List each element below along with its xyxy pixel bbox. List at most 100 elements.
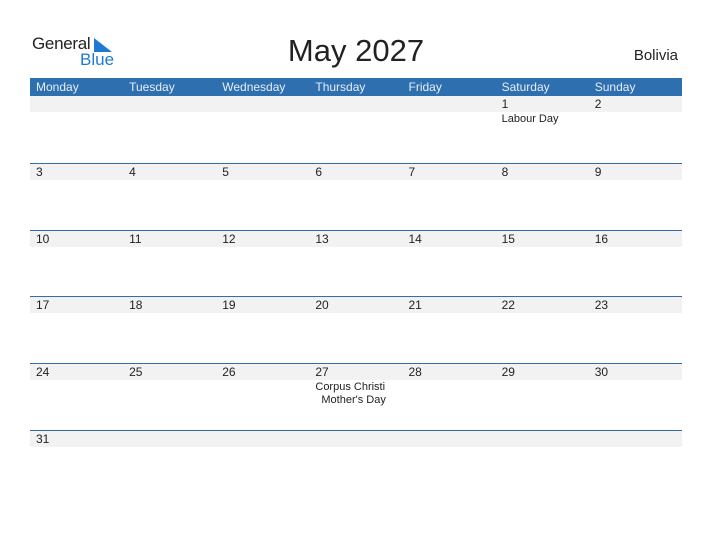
events-row	[30, 247, 682, 248]
day-events	[589, 447, 682, 448]
week-row: 17 18 19 20 21 22 23	[30, 296, 682, 314]
day-events	[123, 180, 216, 181]
day-events	[403, 247, 496, 248]
date-row: 12	[30, 96, 682, 112]
day-events	[309, 447, 402, 448]
day-events	[403, 380, 496, 407]
week-row: 1 2 Labour Day	[30, 95, 682, 126]
day-number: 11	[129, 232, 142, 246]
day-events	[123, 112, 216, 126]
day-number	[123, 431, 216, 447]
date-row: 3 4 5 6 7 8 9	[30, 164, 682, 180]
day-number: 1	[501, 97, 509, 111]
events-row: Labour Day	[30, 112, 682, 126]
weekday-label: Wednesday	[222, 80, 286, 94]
day-number: 27	[315, 365, 329, 379]
day-events	[496, 313, 589, 314]
day-number: 12	[222, 232, 236, 246]
day-events	[403, 112, 496, 126]
day-events	[30, 112, 123, 126]
day-number: 31	[36, 432, 50, 446]
date-row: 31	[30, 431, 682, 447]
day-events	[30, 180, 123, 181]
day-events	[403, 447, 496, 448]
holiday-label: Labour Day	[501, 113, 559, 125]
day-events	[496, 380, 589, 407]
day-number	[403, 431, 496, 447]
day-events	[216, 380, 309, 407]
holiday-label: Corpus Christi	[315, 381, 386, 393]
day-number: 15	[501, 232, 515, 246]
day-number: 9	[594, 165, 602, 179]
day-events	[309, 313, 402, 314]
day-events	[216, 180, 309, 181]
weekday-header: Monday Tuesday Wednesday Thursday Friday…	[30, 78, 682, 96]
day-events	[216, 313, 309, 314]
day-number	[309, 96, 402, 112]
events-row	[30, 180, 682, 181]
day-events	[30, 380, 123, 407]
day-events: Labour Day	[496, 112, 589, 126]
day-events	[123, 447, 216, 448]
day-number	[496, 431, 589, 447]
day-events	[403, 313, 496, 314]
day-number: 17	[36, 298, 50, 312]
day-events	[216, 447, 309, 448]
day-events	[496, 447, 589, 448]
country-label: Bolivia	[633, 47, 678, 64]
day-events	[496, 180, 589, 181]
day-number: 25	[129, 365, 143, 379]
weekday-label: Tuesday	[129, 80, 175, 94]
day-number: 24	[36, 365, 50, 379]
day-events	[403, 180, 496, 181]
page-title: May 2027	[287, 33, 425, 68]
week-row: 3 4 5 6 7 8 9	[30, 163, 682, 181]
day-events	[30, 447, 123, 448]
day-events	[123, 380, 216, 407]
day-number: 7	[408, 165, 416, 179]
day-events	[309, 247, 402, 248]
day-events	[123, 247, 216, 248]
day-events	[589, 247, 682, 248]
day-number: 4	[129, 165, 136, 179]
day-number	[309, 431, 402, 447]
day-number	[123, 96, 216, 112]
day-number: 20	[315, 298, 329, 312]
events-row	[30, 447, 682, 448]
day-number: 3	[36, 165, 43, 179]
weekday-label: Monday	[36, 80, 79, 94]
day-number	[216, 96, 309, 112]
date-row: 24 25 26 27 28 29 30	[30, 364, 682, 380]
day-number: 22	[501, 298, 515, 312]
day-number	[216, 431, 309, 447]
week-row: 10 11 12 13 14 15 16	[30, 230, 682, 248]
day-events	[589, 313, 682, 314]
day-events	[589, 380, 682, 407]
date-row: 10 11 12 13 14 15 16	[30, 231, 682, 247]
events-row: Corpus Christi Mother's Day	[30, 380, 682, 407]
day-events	[589, 112, 682, 126]
day-number: 13	[315, 232, 329, 246]
day-events	[30, 313, 123, 314]
day-number: 2	[594, 97, 602, 111]
day-number: 5	[222, 165, 229, 179]
day-events: Corpus Christi Mother's Day	[309, 380, 402, 407]
day-events	[30, 247, 123, 248]
day-events	[496, 247, 589, 248]
day-number: 16	[594, 232, 609, 246]
day-events	[589, 180, 682, 181]
events-row	[30, 313, 682, 314]
day-number: 6	[315, 165, 323, 179]
date-row: 17 18 19 20 21 22 23	[30, 297, 682, 313]
day-number: 21	[408, 298, 422, 312]
day-events	[309, 112, 402, 126]
day-number: 29	[501, 365, 515, 379]
holiday-label: Mother's Day	[321, 394, 386, 406]
day-number: 19	[222, 298, 236, 312]
day-number: 8	[501, 165, 509, 179]
day-number: 23	[594, 298, 609, 312]
day-events	[309, 180, 402, 181]
day-number	[30, 96, 123, 112]
day-number	[589, 431, 682, 447]
day-number: 30	[594, 365, 609, 379]
